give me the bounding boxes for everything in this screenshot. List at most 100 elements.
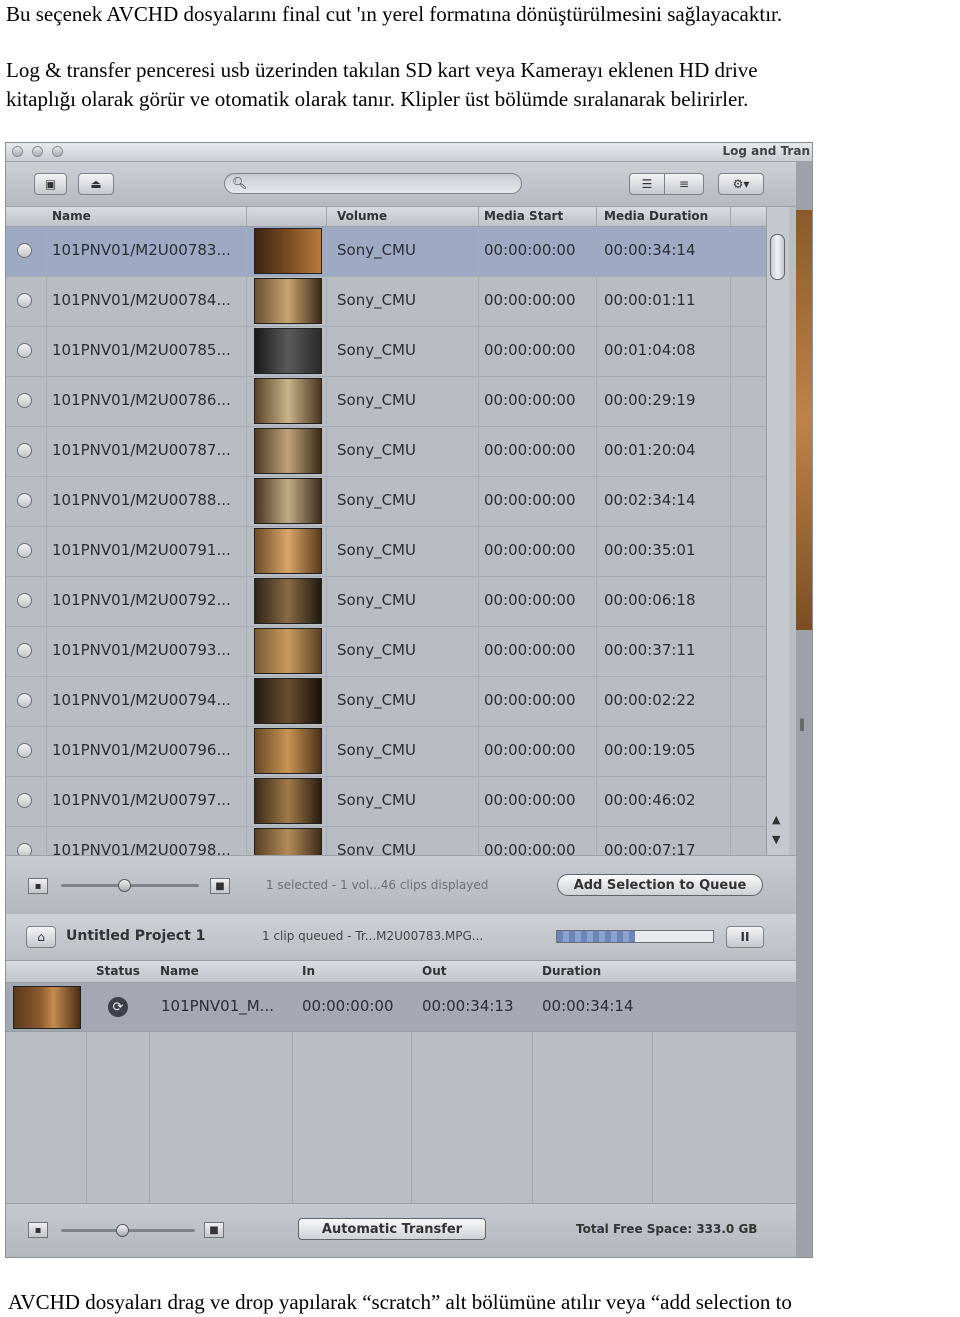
automatic-transfer-button[interactable]: Automatic Transfer (298, 1218, 486, 1240)
queue-col-name[interactable]: Name (160, 964, 199, 978)
split-grip-icon[interactable]: ‖ (799, 717, 805, 731)
clip-thumbnail[interactable] (254, 778, 322, 824)
add-folder-button[interactable]: ▣ (34, 173, 67, 195)
zoom-window-button[interactable] (52, 146, 63, 157)
large-thumb-icon[interactable]: ■ (210, 878, 230, 894)
clip-radio[interactable] (17, 243, 32, 258)
clip-thumbnail[interactable] (254, 228, 322, 274)
clip-volume: Sony_CMU (337, 791, 416, 809)
project-button[interactable]: ⌂ (26, 926, 56, 948)
clip-radio[interactable] (17, 743, 32, 758)
action-menu-button[interactable]: ⚙▾ (718, 173, 764, 195)
clip-row[interactable]: 101PNV01/M2U00784... Sony_CMU 00:00:00:00 0… (6, 277, 766, 327)
minimize-window-button[interactable] (32, 146, 43, 157)
clip-thumbnail[interactable] (254, 828, 322, 855)
queue-list: ⟳ 101PNV01_M... 00:00:00:00 00:00:34:13 … (6, 983, 796, 1203)
clip-media-duration: 00:00:37:11 (604, 641, 696, 659)
search-input[interactable]: 🔍︎ (224, 173, 522, 194)
clip-media-duration: 00:00:06:18 (604, 591, 696, 609)
col-media-start[interactable]: Media Start (484, 209, 563, 223)
scroll-up-arrow-icon[interactable]: ▲ (772, 813, 780, 826)
clip-radio[interactable] (17, 593, 32, 608)
pause-button[interactable]: II (726, 926, 764, 948)
clip-media-duration: 00:00:34:14 (604, 241, 696, 259)
queue-row[interactable]: ⟳ 101PNV01_M... 00:00:00:00 00:00:34:13 … (6, 983, 796, 1032)
clip-media-duration: 00:01:20:04 (604, 441, 696, 459)
clip-thumbnail[interactable] (254, 328, 322, 374)
viewer-preview (796, 210, 812, 630)
list-view-icon: ☰ (641, 177, 653, 191)
thumb-size-knob[interactable] (118, 879, 131, 892)
clip-media-duration: 00:00:02:22 (604, 691, 696, 709)
clip-thumbnail[interactable] (254, 278, 322, 324)
clip-row[interactable]: 101PNV01/M2U00791... Sony_CMU 00:00:00:00 0… (6, 527, 766, 577)
clip-row[interactable]: 101PNV01/M2U00783... Sony_CMU 00:00:00:00 0… (6, 227, 766, 277)
small-thumb-icon[interactable]: ▪ (28, 878, 48, 894)
clip-row[interactable]: 101PNV01/M2U00798... Sony_CMU 00:00:00:00 0… (6, 827, 766, 855)
clip-row[interactable]: 101PNV01/M2U00787... Sony_CMU 00:00:00:00 0… (6, 427, 766, 477)
queue-item-out: 00:00:34:13 (422, 997, 514, 1015)
vertical-scrollbar[interactable]: ▲ ▼ (766, 207, 789, 855)
clip-row[interactable]: 101PNV01/M2U00797... Sony_CMU 00:00:00:00 0… (6, 777, 766, 827)
clip-name: 101PNV01/M2U00797... (52, 791, 231, 809)
clip-row[interactable]: 101PNV01/M2U00793... Sony_CMU 00:00:00:00 0… (6, 627, 766, 677)
clip-radio[interactable] (17, 543, 32, 558)
clip-radio[interactable] (17, 693, 32, 708)
clip-radio[interactable] (17, 393, 32, 408)
clip-thumbnail[interactable] (254, 378, 322, 424)
clip-radio[interactable] (17, 443, 32, 458)
clip-row[interactable]: 101PNV01/M2U00786... Sony_CMU 00:00:00:00 0… (6, 377, 766, 427)
clip-radio[interactable] (17, 493, 32, 508)
free-space-label: Total Free Space: 333.0 GB (576, 1222, 758, 1236)
clip-thumbnail[interactable] (254, 528, 322, 574)
close-window-button[interactable] (12, 146, 23, 157)
clip-volume: Sony_CMU (337, 841, 416, 855)
clip-thumbnail[interactable] (254, 478, 322, 524)
clip-volume: Sony_CMU (337, 691, 416, 709)
col-name[interactable]: Name (52, 209, 91, 223)
clip-radio[interactable] (17, 793, 32, 808)
scroll-thumb[interactable] (770, 234, 785, 280)
clip-media-start: 00:00:00:00 (484, 791, 576, 809)
folder-add-icon: ▣ (44, 177, 57, 191)
clip-row[interactable]: 101PNV01/M2U00788... Sony_CMU 00:00:00:00 0… (6, 477, 766, 527)
small-thumb-icon-2[interactable]: ▪ (28, 1222, 48, 1238)
clip-radio[interactable] (17, 643, 32, 658)
log-and-transfer-window: Log and Tran ▣ ⏏ 🔍︎ ☰ ≡ ⚙▾ ‖ Name Volume… (5, 142, 813, 1258)
clip-media-start: 00:00:00:00 (484, 841, 576, 855)
clip-row[interactable]: 101PNV01/M2U00785... Sony_CMU 00:00:00:00 0… (6, 327, 766, 377)
clip-row[interactable]: 101PNV01/M2U00796... Sony_CMU 00:00:00:00 0… (6, 727, 766, 777)
queue-col-duration[interactable]: Duration (542, 964, 601, 978)
clip-row[interactable]: 101PNV01/M2U00794... Sony_CMU 00:00:00:00 0… (6, 677, 766, 727)
list-view-button[interactable]: ☰ (629, 173, 665, 195)
clip-media-start: 00:00:00:00 (484, 541, 576, 559)
thumbnail-view-button[interactable]: ≡ (664, 173, 704, 195)
clip-radio[interactable] (17, 343, 32, 358)
clip-thumbnail[interactable] (254, 678, 322, 724)
add-selection-to-queue-button[interactable]: Add Selection to Queue (557, 874, 763, 896)
clip-thumbnail[interactable] (254, 728, 322, 774)
scroll-down-arrow-icon[interactable]: ▼ (772, 833, 780, 846)
large-thumb-icon-2[interactable]: ■ (204, 1222, 224, 1238)
clip-radio[interactable] (17, 843, 32, 855)
eject-button[interactable]: ⏏ (78, 173, 114, 195)
paragraph-3: AVCHD dosyaları drag ve drop yapılarak “… (8, 1290, 792, 1314)
clip-volume: Sony_CMU (337, 391, 416, 409)
col-media-duration[interactable]: Media Duration (604, 209, 708, 223)
clip-list: 101PNV01/M2U00783... Sony_CMU 00:00:00:00 0… (6, 227, 766, 855)
clip-media-start: 00:00:00:00 (484, 741, 576, 759)
queue-thumb-knob[interactable] (116, 1224, 129, 1237)
clip-radio[interactable] (17, 293, 32, 308)
col-volume[interactable]: Volume (337, 209, 387, 223)
viewer-edge: ‖ (796, 162, 812, 1257)
queue-col-status[interactable]: Status (96, 964, 140, 978)
clip-thumbnail[interactable] (254, 428, 322, 474)
clip-media-duration: 00:01:04:08 (604, 341, 696, 359)
clip-thumbnail[interactable] (254, 578, 322, 624)
clip-thumbnail[interactable] (254, 628, 322, 674)
clip-name: 101PNV01/M2U00793... (52, 641, 231, 659)
clip-media-duration: 00:02:34:14 (604, 491, 696, 509)
clip-row[interactable]: 101PNV01/M2U00792... Sony_CMU 00:00:00:00 0… (6, 577, 766, 627)
queue-col-in[interactable]: In (302, 964, 315, 978)
queue-col-out[interactable]: Out (422, 964, 446, 978)
